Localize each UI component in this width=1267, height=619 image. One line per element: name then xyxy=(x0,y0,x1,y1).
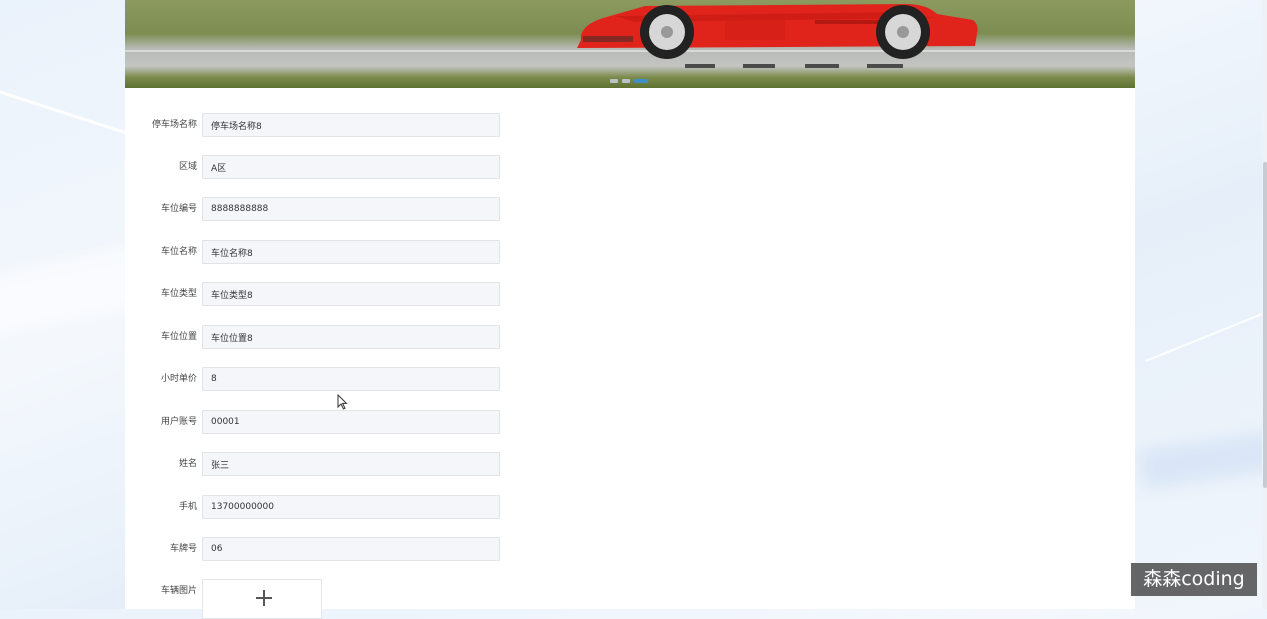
red-car-image xyxy=(577,4,978,59)
name-input[interactable] xyxy=(202,452,500,476)
carousel-indicators xyxy=(610,79,648,83)
background-streak xyxy=(1145,300,1267,362)
field-label: 区域 xyxy=(178,162,197,172)
form-row-hourly-price: 小时单价 xyxy=(125,367,625,391)
space-location-input[interactable] xyxy=(202,325,500,349)
field-label: 车位位置 xyxy=(160,332,197,342)
space-name-input[interactable] xyxy=(202,240,500,264)
space-number-input[interactable] xyxy=(202,197,500,221)
phone-input[interactable] xyxy=(202,495,500,519)
field-label: 用户账号 xyxy=(160,417,197,427)
field-label: 车位编号 xyxy=(160,204,197,214)
runway-marking xyxy=(867,64,903,68)
space-type-input[interactable] xyxy=(202,282,500,306)
field-label: 车牌号 xyxy=(169,544,197,554)
form-row-parking-lot-name: 停车场名称 xyxy=(125,113,625,137)
runway-marking xyxy=(685,64,715,68)
scrollbar-thumb[interactable] xyxy=(1263,162,1267,488)
carousel-dot[interactable] xyxy=(610,79,618,83)
runway-marking xyxy=(805,64,839,68)
field-label: 车辆图片 xyxy=(160,586,197,596)
banner-carousel[interactable] xyxy=(125,0,1135,88)
field-label: 车位类型 xyxy=(160,289,197,299)
user-account-input[interactable] xyxy=(202,410,500,434)
form-row-space-number: 车位编号 xyxy=(125,197,625,221)
field-label: 停车场名称 xyxy=(151,120,197,130)
form-row-area: 区域 xyxy=(125,155,625,179)
form-row-plate-number: 车牌号 xyxy=(125,537,625,561)
field-label: 小时单价 xyxy=(160,374,197,384)
field-label: 车位名称 xyxy=(160,247,197,257)
field-label: 姓名 xyxy=(178,459,197,469)
form-row-user-account: 用户账号 xyxy=(125,410,625,434)
vehicle-image-upload[interactable] xyxy=(202,579,322,619)
carousel-dot-active[interactable] xyxy=(634,79,648,83)
plus-icon xyxy=(256,590,272,606)
plate-number-input[interactable] xyxy=(202,537,500,561)
form-row-phone: 手机 xyxy=(125,495,625,519)
parking-lot-name-input[interactable] xyxy=(202,113,500,137)
carousel-dot[interactable] xyxy=(622,79,630,83)
watermark-label: 森森coding xyxy=(1131,563,1257,596)
hourly-price-input[interactable] xyxy=(202,367,500,391)
field-label: 手机 xyxy=(178,502,197,512)
main-panel: 停车场名称 区域 车位编号 车位名称 车位类型 车位位置 小时单价 用户账号 xyxy=(125,0,1135,619)
form-row-space-type: 车位类型 xyxy=(125,282,625,306)
watermark-glow xyxy=(1050,572,1130,598)
area-input[interactable] xyxy=(202,155,500,179)
form-row-space-name: 车位名称 xyxy=(125,240,625,264)
background-streak xyxy=(1137,430,1267,490)
form-row-space-location: 车位位置 xyxy=(125,325,625,349)
form-row-name: 姓名 xyxy=(125,452,625,476)
form-row-vehicle-image: 车辆图片 xyxy=(125,579,625,619)
mouse-cursor-icon xyxy=(337,394,348,410)
runway-marking xyxy=(743,64,775,68)
